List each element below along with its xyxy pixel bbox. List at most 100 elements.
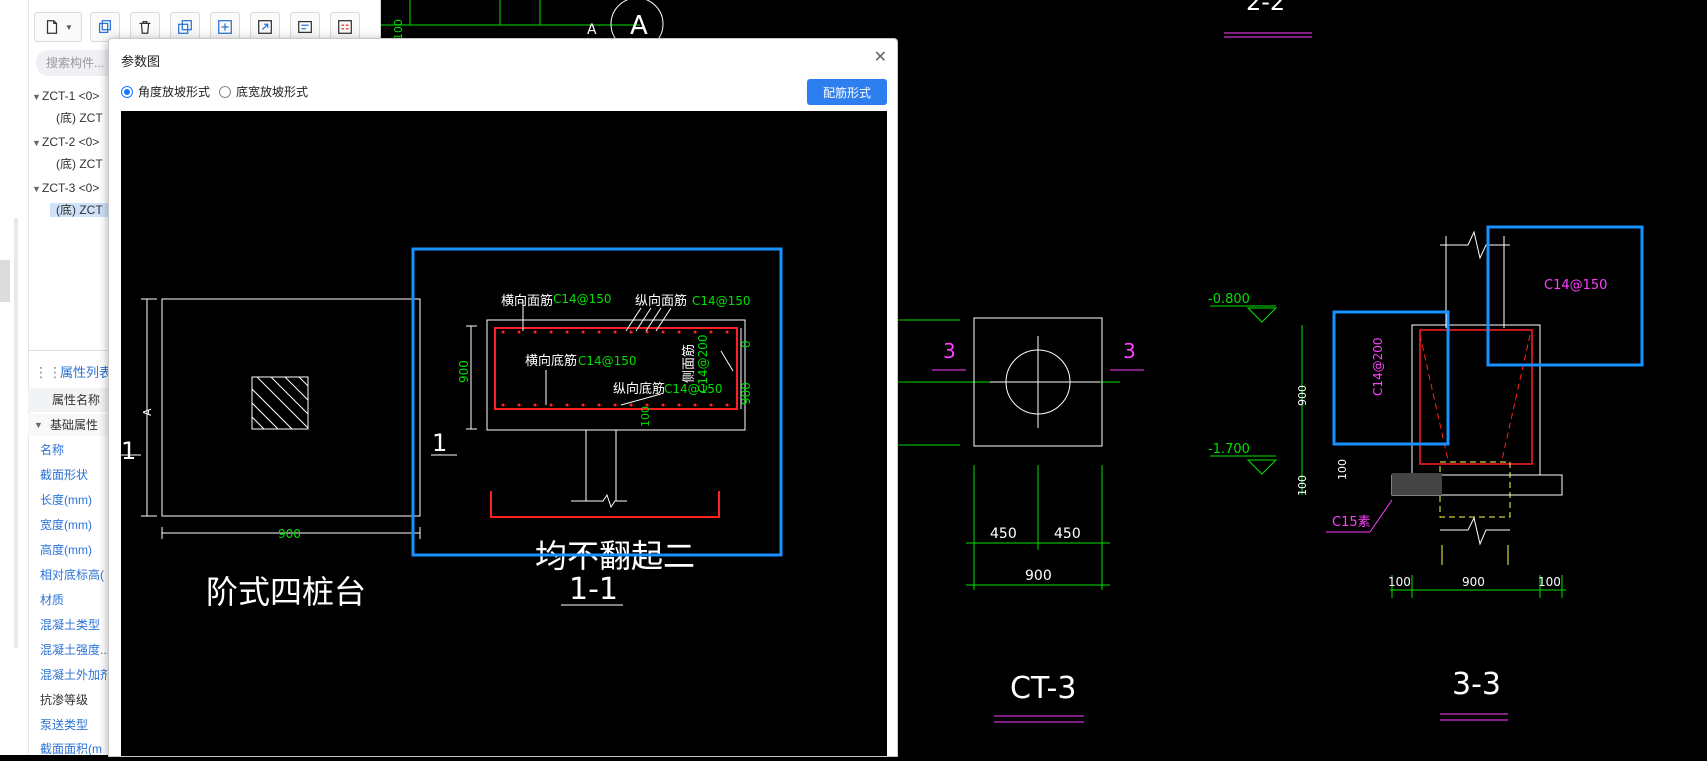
delete-icon — [139, 20, 151, 34]
radio-angle-slope-label: 角度放坡形式 — [138, 85, 211, 99]
s33-top-spec: C14@150 — [1544, 278, 1607, 293]
attr-row-relative-elevation[interactable]: 相对底标高( — [40, 563, 104, 587]
reinforcement-form-button[interactable]: 配筋形式 — [807, 79, 887, 105]
tab-attribute-list[interactable]: 属性列表 — [60, 360, 112, 386]
spec-transverse-bottom-bar: C14@150 — [578, 354, 637, 368]
close-icon[interactable]: ✕ — [874, 47, 887, 67]
section-dim-bottom: 100 — [639, 406, 652, 427]
elev-bottom: -1.700 — [1208, 442, 1250, 457]
s33-dim-h: 900 — [1296, 385, 1309, 406]
tree-child-label-selected: (底) ZCT — [50, 203, 109, 217]
export-icon — [258, 20, 272, 34]
import-icon — [218, 20, 232, 34]
attr-row-width[interactable]: 宽度(mm) — [40, 513, 92, 537]
caret-down-icon: ▼ — [34, 420, 43, 430]
label-side-bar: 侧面筋 — [681, 344, 697, 383]
new-file-icon — [46, 20, 58, 34]
top-dim-label: 100 — [392, 19, 405, 40]
label-transverse-bottom-bar: 横向底筋 — [525, 353, 577, 369]
attr-row-concrete-type[interactable]: 混凝土类型 — [40, 613, 100, 637]
radio-bottom-width-slope-label: 底宽放坡形式 — [236, 85, 309, 99]
attr-row-concrete-strength[interactable]: 混凝土强度... — [40, 638, 110, 662]
ct3-label-left: 3 — [943, 339, 956, 363]
section-dim-height: 900 — [457, 360, 471, 383]
plan-view: A 900 1 1 阶式四桩台 — [121, 298, 457, 611]
drag-handle-icon[interactable]: ⋮⋮ — [34, 364, 62, 381]
tree-item-zct-2[interactable]: ▼ZCT-2 <0> — [32, 132, 99, 152]
tree-item-label: ZCT-3 <0> — [42, 181, 100, 195]
attr-row-admixture[interactable]: 混凝土外加剂 — [40, 663, 112, 687]
tree-child-zct-1[interactable]: (底) ZCT — [50, 108, 109, 128]
copy-icon — [98, 20, 112, 34]
attr-row-impermeability[interactable]: 抗渗等级 — [40, 688, 88, 712]
attr-row-height[interactable]: 高度(mm) — [40, 538, 92, 562]
dialog-title: 参数图 — [121, 54, 161, 69]
ct3-dim-total: 900 — [1025, 568, 1052, 584]
attr-row-material[interactable]: 材质 — [40, 588, 64, 612]
section-3-3: -0.800 -1.700 900 100 100 C15素 C14@200 C… — [1208, 225, 1644, 721]
left-strip-handle[interactable] — [0, 260, 10, 302]
s33-side-spec: C14@200 — [1371, 337, 1385, 396]
attr-row-name[interactable]: 名称 — [40, 438, 64, 462]
tree-item-zct-3[interactable]: ▼ZCT-3 <0> — [32, 178, 99, 198]
tree-item-label: ZCT-2 <0> — [42, 135, 100, 149]
attr-row-section-area[interactable]: 截面面积(m — [40, 737, 102, 761]
caret-down-icon[interactable]: ▼ — [32, 87, 42, 107]
axis-a-label: A — [630, 11, 648, 41]
plan-dim-width: 900 — [278, 527, 301, 541]
attr-row-section-shape[interactable]: 截面形状 — [40, 463, 88, 487]
spec-longitudinal-bottom-bar: C14@150 — [664, 382, 723, 396]
caret-down-icon[interactable]: ▼ — [32, 179, 42, 199]
attribute-name-header: 属性名称 — [52, 393, 101, 407]
section-2-2-title: 2-2 — [1246, 0, 1285, 16]
attribute-group-label: 基础属性 — [50, 418, 99, 432]
spec-transverse-top-bar: C14@150 — [553, 292, 612, 306]
duplicate-icon — [178, 20, 192, 34]
tree-item-label: ZCT-1 <0> — [42, 89, 100, 103]
highlight-box-top — [1486, 225, 1644, 367]
s33-title: 3-3 — [1452, 667, 1501, 702]
s33-dim-r: 100 — [1538, 575, 1561, 589]
plan-dim-a: A — [141, 408, 154, 416]
tree-child-zct-3[interactable]: (底) ZCT — [50, 200, 109, 220]
parameter-diagram-dialog: 参数图 ✕ 角度放坡形式 底宽放坡形式 配筋形式 A 900 1 1 阶式四桩台… — [108, 38, 898, 757]
layer-icon — [298, 20, 312, 34]
section-title: 1-1 — [569, 572, 618, 607]
caret-down-icon[interactable]: ▼ — [32, 133, 42, 153]
spec-longitudinal-top-bar: C14@150 — [692, 294, 751, 308]
ct3-plan: 3 3 450 450 900 CT-3 — [895, 317, 1144, 723]
plan-title: 阶式四桩台 — [206, 573, 366, 611]
attr-row-pump-type[interactable]: 泵送类型 — [40, 713, 88, 737]
tree-child-label: (底) ZCT — [56, 157, 103, 171]
attr-row-length[interactable]: 长度(mm) — [40, 488, 92, 512]
label-transverse-top-bar: 横向面筋 — [501, 293, 553, 309]
svg-text:A: A — [587, 22, 597, 38]
tree-child-label: (底) ZCT — [56, 111, 103, 125]
s33-dim-l: 100 — [1388, 575, 1411, 589]
s33-dim-b2: 100 — [1336, 459, 1349, 480]
tree-child-zct-2[interactable]: (底) ZCT — [50, 154, 109, 174]
section-dim-right-top: 0 — [739, 340, 753, 348]
radio-selected-icon[interactable] — [121, 85, 133, 98]
s33-dim-b1: 100 — [1296, 475, 1309, 496]
section-1-1: 900 0 900 100 横向面筋 C14@150 纵向面筋 C14@150 … — [457, 292, 753, 607]
ct3-dim-a: 450 — [990, 526, 1017, 542]
ct3-dim-b: 450 — [1054, 526, 1081, 542]
ct3-title: CT-3 — [1010, 671, 1076, 706]
s33-dim-m: 900 — [1462, 575, 1485, 589]
new-component-button[interactable]: ▼ — [34, 12, 82, 42]
spec-side-bar: C14@200 — [696, 334, 710, 393]
radio-bottom-width-slope[interactable]: 底宽放坡形式 — [219, 83, 308, 100]
ct3-label-right: 3 — [1123, 339, 1136, 363]
left-strip-scrollbar[interactable] — [14, 218, 18, 648]
label-longitudinal-top-bar: 纵向面筋 — [635, 293, 687, 309]
highlight-box-side — [1332, 310, 1450, 446]
radio-angle-slope[interactable]: 角度放坡形式 — [121, 83, 210, 100]
radio-unselected-icon[interactable] — [219, 85, 231, 98]
elev-top: -0.800 — [1208, 292, 1250, 307]
left-strip — [0, 0, 29, 755]
tree-item-zct-1[interactable]: ▼ZCT-1 <0> — [32, 86, 99, 106]
plan-label-left: 1 — [121, 437, 136, 465]
section-dim-right: 900 — [739, 382, 753, 405]
plan-label-right: 1 — [432, 429, 447, 457]
